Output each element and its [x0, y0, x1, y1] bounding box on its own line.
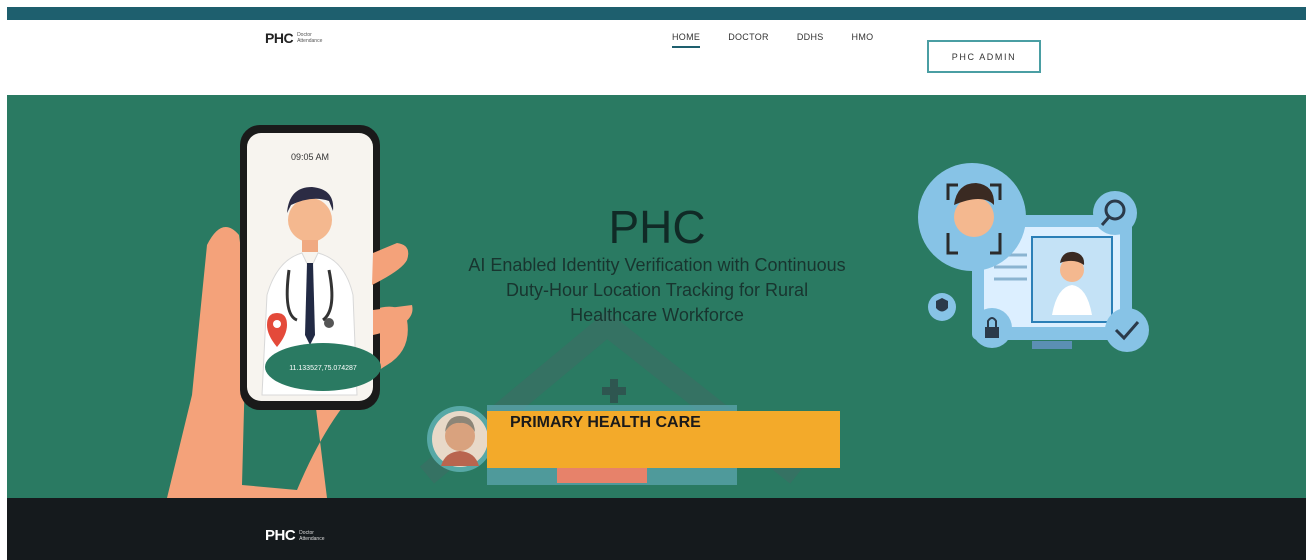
hero-title: PHC: [608, 201, 706, 253]
nav-item-doctor[interactable]: DOCTOR: [728, 32, 769, 48]
hero-subtitle: AI Enabled Identity Verification with Co…: [468, 255, 846, 325]
footer-logo-mark: PHC: [265, 527, 296, 544]
face-verification-illustration: [918, 163, 1149, 352]
nav-item-ddhs[interactable]: DDHS: [797, 32, 824, 48]
medical-cross-icon: [602, 379, 626, 403]
banner-text: PRIMARY HEALTH CARE: [510, 414, 701, 431]
brand-logo-sub: Doctor Attendance: [297, 32, 322, 44]
nav-item-home[interactable]: HOME: [672, 32, 701, 48]
check-icon: [1105, 308, 1149, 352]
main-nav: HOME DOCTOR DDHS HMO: [672, 32, 873, 48]
nav-item-hmo[interactable]: HMO: [852, 32, 874, 48]
phc-admin-button[interactable]: PHC ADMIN: [927, 40, 1041, 73]
doctor-head: [288, 198, 332, 242]
phone-coordinates: 11.133527,75.074287: [289, 365, 357, 372]
doctor-neck: [302, 240, 318, 252]
footer-logo-sub-line2: Attendance: [299, 535, 325, 542]
phone-time: 09:05 AM: [291, 152, 329, 162]
footer: [7, 498, 1306, 560]
navbar: [7, 20, 1306, 95]
footer-logo-sub: Doctor Attendance: [299, 530, 324, 542]
brand-logo-mark: PHC: [265, 30, 294, 46]
brand-logo[interactable]: PHC Doctor Attendance: [265, 30, 322, 46]
brand-logo-sub-line2: Attendance: [297, 38, 323, 44]
top-accent-bar: [7, 7, 1306, 20]
stethoscope-head: [324, 318, 334, 328]
hand-phone-illustration: 09:05 AM 11.133527,75.074287: [167, 125, 413, 498]
avatar: [427, 406, 493, 472]
hero-section: 09:05 AM 11.133527,75.074287 PHC AI Enab…: [7, 95, 1306, 498]
search-icon: [1093, 191, 1137, 235]
footer-brand-logo[interactable]: PHC Doctor Attendance: [265, 527, 324, 544]
